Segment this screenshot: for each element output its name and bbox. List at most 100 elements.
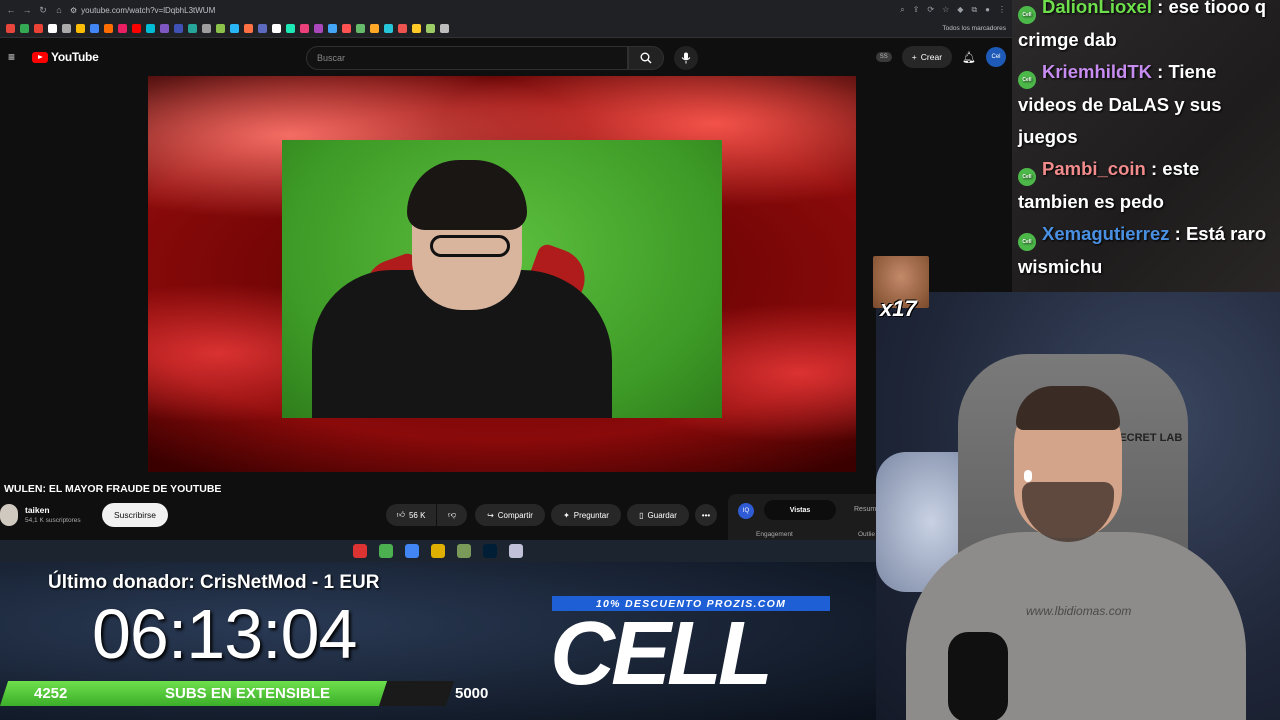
chat-username[interactable]: DalionLioxel [1042, 0, 1152, 17]
bookmark-icon[interactable] [384, 24, 393, 33]
chat-separator: : [1152, 0, 1169, 17]
bookmark-icon[interactable] [314, 24, 323, 33]
share-arrow-icon: ↪ [487, 510, 494, 520]
video-person-hair [407, 160, 527, 230]
bookmark-icon[interactable] [48, 24, 57, 33]
bookmark-icon[interactable] [398, 24, 407, 33]
bookmark-icon[interactable] [426, 24, 435, 33]
profile-icon[interactable]: ● [985, 5, 990, 15]
more-actions-button[interactable]: ••• [695, 504, 717, 526]
chat-badge-icon: Cell [1018, 233, 1036, 251]
create-label: Crear [920, 52, 943, 62]
channel-avatar[interactable] [0, 504, 18, 526]
engagement-label: Engagement [756, 531, 793, 538]
forward-icon[interactable]: → [22, 5, 32, 15]
ask-label: Preguntar [573, 510, 609, 520]
like-button[interactable]: 👍︎ 56 K [386, 504, 436, 526]
notifications-bell-icon[interactable]: 🔔︎ [962, 51, 976, 64]
bookmark-list [6, 24, 449, 33]
bookmark-icon[interactable] [174, 24, 183, 33]
translate-icon[interactable]: ⟳ [927, 5, 934, 15]
bookmark-icon[interactable] [132, 24, 141, 33]
taskbar-app-icon[interactable] [457, 544, 471, 558]
stats-logo: IQ [738, 503, 754, 519]
bookmark-icon[interactable] [160, 24, 169, 33]
site-info-icon[interactable]: ⚙ [70, 6, 77, 15]
bookmark-icon[interactable] [328, 24, 337, 33]
bookmark-icon[interactable] [300, 24, 309, 33]
ask-button[interactable]: ✦ Preguntar [551, 504, 621, 526]
search-input[interactable]: Buscar [306, 46, 628, 70]
chat-username[interactable]: Pambi_coin [1042, 158, 1146, 179]
share-button[interactable]: ↪ Compartir [475, 504, 545, 526]
youtube-logo[interactable]: YouTube [32, 50, 99, 64]
taskbar-app-icon[interactable] [353, 544, 367, 558]
taskbar-app-icon[interactable] [509, 544, 523, 558]
extension-badge[interactable]: SS [875, 52, 892, 62]
bookmark-icon[interactable] [440, 24, 449, 33]
bookmark-icon[interactable] [188, 24, 197, 33]
url-field[interactable]: ⚙ youtube.com/watch?v=lDqbhL3tWUM [70, 6, 790, 15]
video-title: WULEN: EL MAYOR FRAUDE DE YOUTUBE [4, 483, 222, 495]
chat-badge-icon: Cell [1018, 168, 1036, 186]
bookmark-icon[interactable] [6, 24, 15, 33]
bookmark-icon[interactable] [356, 24, 365, 33]
bookmark-icon[interactable] [104, 24, 113, 33]
bookmark-icon[interactable] [370, 24, 379, 33]
bookmark-icon[interactable] [118, 24, 127, 33]
shirt-text: www.lbidiomas.com [1026, 604, 1132, 618]
emote-combo-count: x17 [880, 296, 917, 321]
all-bookmarks-folder[interactable]: Todos los marcadores [942, 25, 1006, 32]
subscribe-button[interactable]: Suscribirse [102, 503, 168, 527]
tab-views[interactable]: Vistas [764, 500, 836, 520]
extensions-icon[interactable]: ⧉ [971, 5, 977, 15]
bookmark-icon[interactable] [62, 24, 71, 33]
taskbar-app-icon[interactable] [431, 544, 445, 558]
voice-search-button[interactable] [674, 46, 698, 70]
bookmark-icon[interactable] [216, 24, 225, 33]
chat-badge-icon: Cell [1018, 71, 1036, 89]
chat-message: Cell KriemhildTK : Tiene videos de DaLAS … [1018, 56, 1274, 153]
bookmark-icon[interactable] [20, 24, 29, 33]
home-icon[interactable]: ⌂ [54, 5, 64, 15]
bookmark-icon[interactable] [146, 24, 155, 33]
extension-icon[interactable]: ◆ [957, 5, 963, 15]
bookmark-icon[interactable] [258, 24, 267, 33]
taskbar-app-icon[interactable] [405, 544, 419, 558]
stream-overlay: Último donador: CrisNetMod - 1 EUR 06:13… [0, 562, 876, 720]
video-player[interactable] [148, 76, 856, 472]
hamburger-menu-icon[interactable]: ≡ [8, 50, 22, 64]
subs-goal-count: 5000 [455, 685, 489, 702]
back-icon[interactable]: ← [6, 5, 16, 15]
user-avatar[interactable]: Cel [986, 47, 1006, 67]
chat-separator: : [1169, 223, 1186, 244]
bookmark-icon[interactable] [286, 24, 295, 33]
bookmark-icon[interactable] [90, 24, 99, 33]
bookmark-icon[interactable] [230, 24, 239, 33]
save-button[interactable]: ▯ Guardar [627, 504, 689, 526]
chat-username[interactable]: Xemagutierrez [1042, 223, 1170, 244]
bookmark-icon[interactable] [342, 24, 351, 33]
bookmark-icon[interactable] [244, 24, 253, 33]
share-page-icon[interactable]: ⇪ [913, 5, 920, 15]
dislike-button[interactable]: 👎︎ [437, 504, 467, 526]
tab-summary[interactable]: Resum [854, 506, 876, 513]
search-button[interactable] [628, 46, 664, 70]
bookmark-icon[interactable] [412, 24, 421, 33]
channel-name[interactable]: taiken [25, 505, 50, 515]
bookmark-star-icon[interactable]: ☆ [942, 5, 949, 15]
youtube-logo-text: YouTube [51, 50, 99, 64]
bookmark-icon[interactable] [76, 24, 85, 33]
taskbar-app-icon[interactable] [483, 544, 497, 558]
bookmark-icon[interactable] [272, 24, 281, 33]
zoom-icon[interactable]: ⌕ [900, 5, 904, 15]
menu-dots-icon[interactable]: ⋮ [998, 5, 1006, 15]
taskbar-app-icon[interactable] [379, 544, 393, 558]
save-label: Guardar [647, 510, 677, 520]
address-bar: ← → ↻ ⌂ ⚙ youtube.com/watch?v=lDqbhL3tWU… [0, 0, 1012, 20]
bookmark-icon[interactable] [202, 24, 211, 33]
create-button[interactable]: + Crear [901, 46, 953, 68]
reload-icon[interactable]: ↻ [38, 5, 48, 16]
bookmark-icon[interactable] [34, 24, 43, 33]
chat-username[interactable]: KriemhildTK [1042, 61, 1152, 82]
